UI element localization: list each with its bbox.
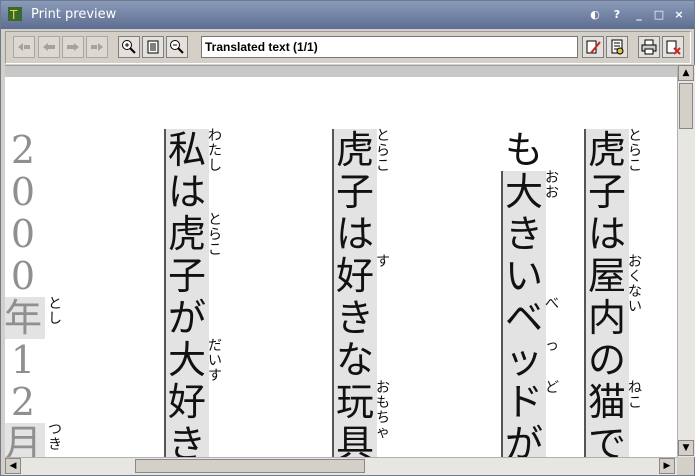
vertical-scrollbar[interactable]: ▲ ▼	[677, 65, 695, 457]
furigana-ruby: とし	[48, 296, 62, 327]
furigana-ruby: っ	[545, 338, 559, 354]
vertical-text-char: 大	[502, 171, 546, 213]
edit-settings-icon[interactable]	[582, 36, 604, 58]
page-setup-icon[interactable]	[606, 36, 628, 58]
furigana-ruby: とらこ	[208, 212, 222, 258]
vertical-text-char: 0	[10, 254, 36, 298]
vertical-text-char: 大	[165, 339, 209, 381]
furigana-ruby: べ	[545, 296, 559, 312]
vertical-text-char: が	[502, 423, 546, 457]
toolbar: Translated text (1/1)	[5, 31, 691, 64]
scroll-right-icon[interactable]: ▶	[659, 458, 675, 474]
vertical-text-char: 0	[10, 212, 36, 256]
furigana-ruby: す	[376, 254, 390, 270]
help-icon[interactable]: ?	[607, 7, 627, 23]
app-icon: T	[8, 7, 22, 22]
vertical-text-char: で	[585, 423, 629, 457]
vertical-text-char: き	[502, 213, 546, 255]
column-guide-line	[332, 129, 334, 457]
vertical-text-char: 虎	[585, 129, 629, 171]
scroll-up-icon[interactable]: ▲	[678, 65, 694, 81]
vertical-text-char: 2	[10, 380, 36, 424]
close-preview-icon[interactable]	[662, 36, 684, 58]
print-icon[interactable]	[638, 36, 660, 58]
furigana-ruby: とらこ	[376, 128, 390, 174]
vertical-text-char: 屋	[585, 255, 629, 297]
vertical-text-char: 好	[165, 381, 209, 423]
page-indicator-field[interactable]: Translated text (1/1)	[201, 36, 578, 58]
vertical-text-char: な	[333, 339, 377, 381]
vertical-text-char: ベ	[502, 297, 546, 339]
maximize-button[interactable]: □	[649, 7, 669, 23]
next-page-icon[interactable]	[62, 36, 84, 58]
preview-page: 2000年12月としつき私は虎子が大好きわたしとらこだいす虎子は好きな玩具とらこ…	[5, 77, 677, 457]
vertical-text-char: 虎	[333, 129, 377, 171]
vertical-text-char: き	[165, 423, 209, 457]
vertical-text-char: 2	[10, 128, 36, 172]
vertical-scroll-thumb[interactable]	[679, 83, 693, 129]
size-grip	[677, 457, 694, 474]
column-guide-line	[501, 171, 503, 457]
furigana-ruby: わたし	[208, 128, 222, 174]
vertical-text-char: は	[333, 213, 377, 255]
vertical-text-char: の	[585, 339, 629, 381]
vertical-text-char: 好	[333, 255, 377, 297]
vertical-text-char: 具	[333, 423, 377, 457]
furigana-ruby: つき	[48, 422, 62, 453]
vertical-text-char: 0	[10, 170, 36, 214]
vertical-text-char: 年	[5, 297, 45, 339]
vertical-text-char: 虎	[165, 213, 209, 255]
vertical-text-char: は	[585, 213, 629, 255]
print-preview-window: T Print preview ◐ ? _ □ × Translated tex…	[0, 0, 695, 476]
furigana-ruby: おもちゃ	[376, 380, 390, 441]
vertical-text-char: 私	[165, 129, 209, 171]
furigana-ruby: だいす	[208, 338, 222, 384]
scroll-down-icon[interactable]: ▼	[678, 440, 694, 456]
zoom-out-icon[interactable]	[166, 36, 188, 58]
furigana-ruby: ど	[545, 380, 559, 396]
shade-icon[interactable]: ◐	[585, 7, 605, 23]
vertical-text-char: 子	[333, 171, 377, 213]
furigana-ruby: おくない	[628, 254, 642, 315]
vertical-text-char: 子	[585, 171, 629, 213]
full-page-icon[interactable]	[142, 36, 164, 58]
window-title: Print preview	[31, 7, 117, 22]
vertical-text-char: ド	[502, 381, 546, 423]
previous-page-icon[interactable]	[38, 36, 60, 58]
scroll-left-icon[interactable]: ◀	[5, 458, 21, 474]
furigana-ruby: おお	[545, 170, 559, 201]
horizontal-scroll-thumb[interactable]	[135, 459, 365, 473]
zoom-in-icon[interactable]	[118, 36, 140, 58]
minimize-button[interactable]: _	[629, 7, 649, 23]
vertical-text-char: 子	[165, 255, 209, 297]
horizontal-scrollbar[interactable]: ◀ ▶	[5, 457, 677, 475]
vertical-text-char: ッ	[502, 339, 546, 381]
vertical-text-char: い	[502, 255, 546, 297]
furigana-ruby: ねこ	[628, 380, 642, 411]
last-page-icon[interactable]	[86, 36, 108, 58]
vertical-text-char: 月	[5, 423, 45, 457]
vertical-text-char: 1	[10, 338, 36, 382]
vertical-text-char: が	[165, 297, 209, 339]
column-guide-line	[164, 129, 166, 457]
title-bar[interactable]: T Print preview ◐ ? _ □ ×	[1, 1, 694, 29]
vertical-text-char: 玩	[333, 381, 377, 423]
svg-text:T: T	[9, 8, 18, 22]
vertical-text-char: き	[333, 297, 377, 339]
vertical-text-char: 猫	[585, 381, 629, 423]
vertical-text-char: も	[504, 128, 543, 172]
vertical-text-char: は	[165, 171, 209, 213]
first-page-icon[interactable]	[13, 36, 35, 58]
close-button[interactable]: ×	[669, 7, 689, 23]
furigana-ruby: とらこ	[628, 128, 642, 174]
vertical-text-char: 内	[585, 297, 629, 339]
column-guide-line	[584, 129, 586, 457]
